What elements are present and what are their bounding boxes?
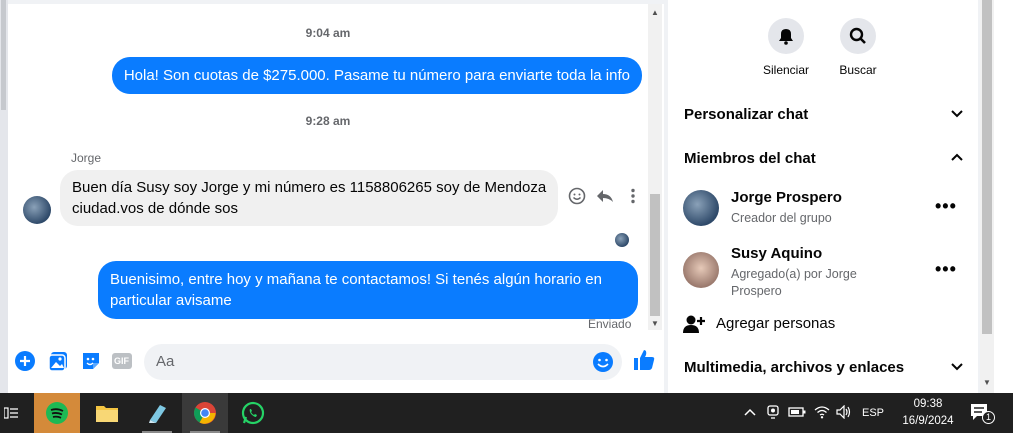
chevron-up-icon[interactable]	[744, 406, 756, 420]
message-text-line: Buenisimo, entre hoy y mañana te contact…	[110, 271, 602, 288]
customize-chat-label: Personalizar chat	[684, 106, 809, 123]
chrome-app-icon[interactable]	[182, 393, 228, 433]
message-actions	[568, 187, 642, 205]
more-options-icon[interactable]	[624, 187, 642, 205]
media-files-links-row[interactable]: Multimedia, archivos y enlaces	[684, 359, 964, 376]
chat-scrollbar[interactable]: ▲ ▼	[648, 4, 662, 330]
member-role-cont: Prospero	[731, 284, 782, 298]
chevron-down-icon	[950, 359, 964, 376]
clock-date: 16/9/2024	[902, 415, 954, 427]
media-files-links-label: Multimedia, archivos y enlaces	[684, 359, 905, 376]
message-status: Enviado	[588, 317, 632, 331]
add-people-label: Agregar personas	[716, 315, 836, 332]
message-bubble-outgoing[interactable]: Buenisimo, entre hoy y mañana te contact…	[98, 261, 638, 319]
mute-button[interactable]: Silenciar	[746, 18, 826, 77]
message-bubble-incoming[interactable]: Buen día Susy soy Jorge y mi número es 1…	[60, 170, 558, 226]
camera-icon[interactable]	[766, 404, 780, 422]
left-scrollbar[interactable]	[0, 0, 8, 393]
photo-icon[interactable]	[48, 350, 72, 374]
notification-center-icon[interactable]: 1	[970, 403, 995, 428]
wifi-icon[interactable]	[814, 405, 830, 422]
messenger-window: 9:04 am Hola! Son cuotas de $275.000. Pa…	[0, 0, 1013, 393]
chevron-down-icon	[950, 106, 964, 123]
message-text-line: particular avisame	[110, 292, 232, 309]
seen-by-avatar	[615, 233, 629, 247]
gif-icon[interactable]: GIF	[111, 350, 135, 374]
chat-info-panel: Silenciar Buscar Personalizar chat Miemb…	[668, 0, 978, 393]
message-text-line: ciudad.vos de dónde sos	[72, 200, 238, 217]
system-tray: ESP	[744, 393, 884, 433]
chevron-up-icon	[950, 150, 964, 167]
message-text-line: Buen día Susy soy Jorge y mi número es 1…	[72, 179, 547, 196]
scrollbar-thumb[interactable]	[982, 0, 992, 334]
message-bubble-outgoing[interactable]: Hola! Son cuotas de $275.000. Pasame tu …	[111, 57, 642, 94]
sender-name: Jorge	[71, 151, 102, 165]
add-more-icon[interactable]	[14, 350, 38, 374]
sender-avatar[interactable]	[23, 196, 51, 224]
taskbar: ESP 09:38 16/9/2024 1	[0, 393, 1013, 433]
add-person-icon	[683, 314, 705, 339]
like-thumb-icon[interactable]	[632, 348, 656, 372]
member-role: Agregado(a) por Jorge	[731, 267, 857, 281]
bell-icon	[768, 18, 804, 54]
search-label: Buscar	[839, 63, 877, 77]
react-emoji-icon[interactable]	[568, 187, 586, 205]
file-explorer-icon[interactable]	[84, 393, 130, 433]
search-icon	[840, 18, 876, 54]
customize-chat-row[interactable]: Personalizar chat	[684, 106, 964, 123]
mute-label: Silenciar	[762, 63, 810, 77]
message-input[interactable]: Aa	[144, 344, 622, 380]
chat-area: 9:04 am Hola! Son cuotas de $275.000. Pa…	[8, 4, 664, 393]
member-avatar[interactable]	[683, 190, 719, 226]
clock-time: 09:38	[913, 398, 943, 410]
panel-scrollbar[interactable]: ▼	[980, 0, 994, 393]
notification-badge: 1	[982, 411, 995, 424]
language-indicator[interactable]: ESP	[862, 407, 884, 419]
member-role: Creador del grupo	[731, 211, 832, 225]
chat-members-label: Miembros del chat	[684, 150, 816, 167]
battery-icon[interactable]	[788, 406, 806, 421]
chat-members-row[interactable]: Miembros del chat	[684, 150, 964, 167]
member-options-icon[interactable]: •••	[935, 259, 957, 280]
volume-icon[interactable]	[836, 404, 852, 422]
timestamp: 9:28 am	[305, 114, 351, 128]
clock[interactable]: 09:38 16/9/2024	[896, 396, 960, 430]
whatsapp-app-icon[interactable]	[230, 393, 276, 433]
sticker-icon[interactable]	[80, 350, 104, 374]
member-avatar[interactable]	[683, 252, 719, 288]
emoji-icon[interactable]	[592, 351, 616, 375]
spotify-app-icon[interactable]	[34, 393, 80, 433]
gif-label: GIF	[114, 356, 129, 366]
member-options-icon[interactable]: •••	[935, 196, 957, 217]
search-button[interactable]: Buscar	[818, 18, 898, 77]
notes-app-icon[interactable]	[134, 393, 180, 433]
task-view-icon[interactable]	[0, 393, 22, 433]
scrollbar-thumb[interactable]	[650, 194, 660, 316]
member-name: Susy Aquino	[731, 245, 823, 262]
timestamp: 9:04 am	[305, 26, 351, 40]
right-edge	[994, 0, 1013, 393]
message-composer: GIF Aa	[8, 340, 664, 386]
reply-icon[interactable]	[596, 187, 614, 205]
member-name: Jorge Prospero	[731, 189, 842, 206]
